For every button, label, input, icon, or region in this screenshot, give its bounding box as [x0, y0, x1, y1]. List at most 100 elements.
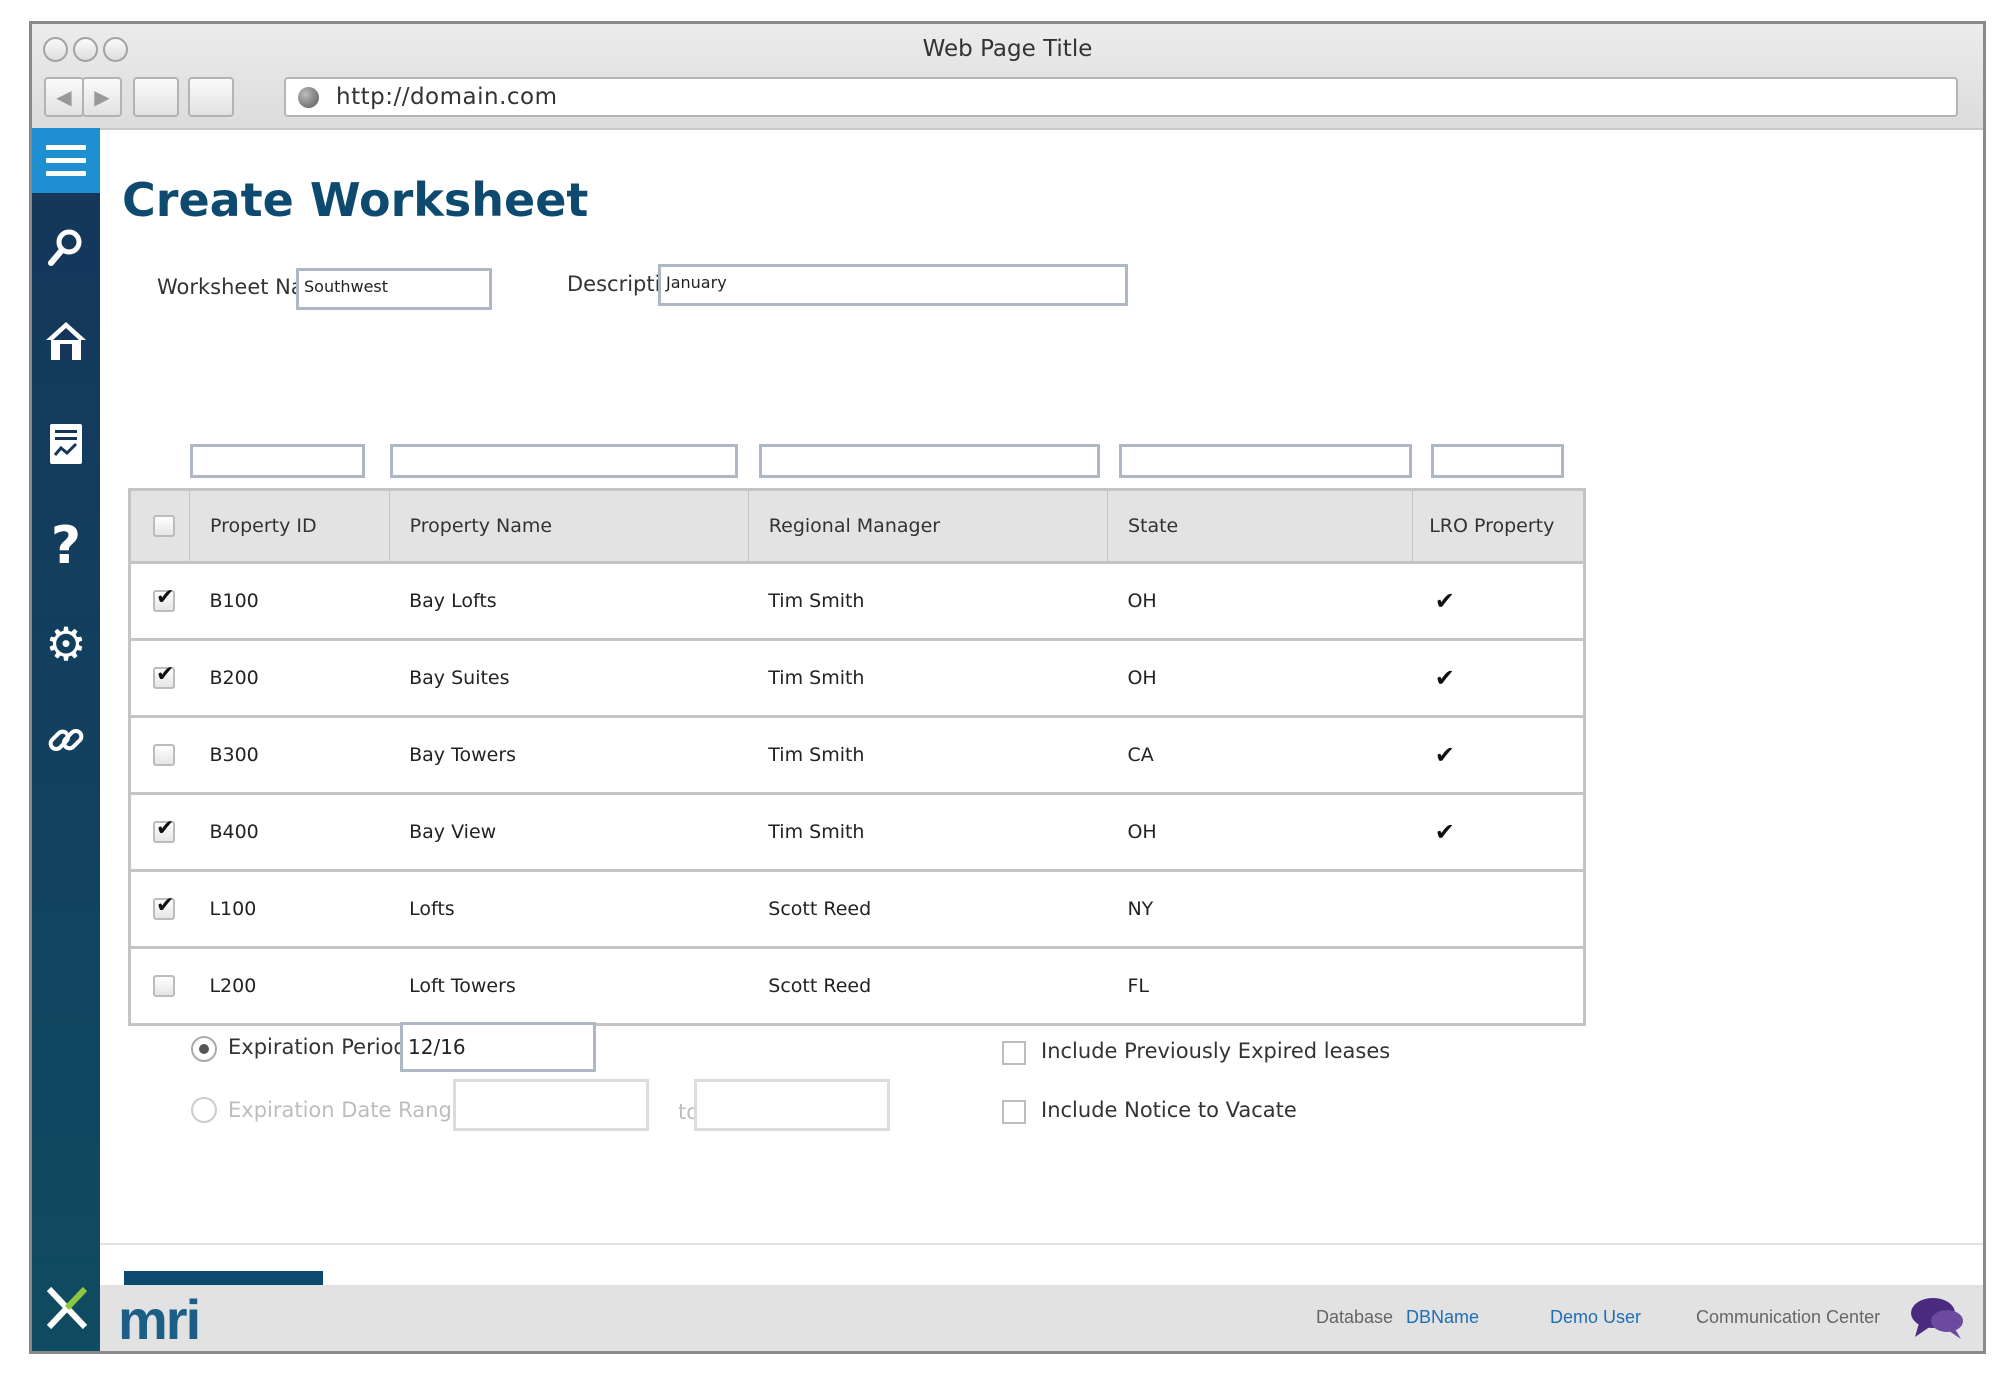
row-select-cell [129, 562, 190, 641]
state-cell: NY [1107, 870, 1413, 949]
filter-state[interactable] [1119, 444, 1412, 478]
main-content: Create Worksheet Worksheet Name Southwes… [100, 128, 1983, 1351]
row-checkbox[interactable] [153, 893, 175, 921]
date-range-end-input[interactable] [694, 1079, 890, 1131]
property-id-cell: B100 [189, 562, 390, 641]
property-id-cell: B400 [189, 793, 390, 872]
worksheet-name-input[interactable]: Southwest [296, 268, 492, 310]
chat-icon[interactable] [1909, 1293, 1965, 1349]
help-icon[interactable]: ? [32, 516, 100, 576]
row-select-cell [129, 716, 190, 795]
property-id-cell: L100 [189, 870, 390, 949]
header-lro-property[interactable]: LRO Property [1412, 489, 1585, 564]
state-cell: CA [1107, 716, 1413, 795]
include-expired-label: Include Previously Expired leases [1041, 1039, 1391, 1063]
address-bar[interactable]: http://domain.com [284, 77, 1958, 117]
checkmark-icon: ✔ [1434, 818, 1455, 846]
page-title: Create Worksheet [122, 173, 589, 227]
database-label: Database [1316, 1307, 1394, 1327]
row-checkbox[interactable] [153, 975, 175, 998]
property-name-cell: Bay Suites [389, 639, 749, 718]
select-all-header [129, 489, 190, 564]
table-row[interactable]: B300 Bay Towers Tim Smith CA ✔ [129, 716, 1585, 795]
mri-logo: mri [118, 1288, 201, 1351]
select-all-checkbox[interactable] [153, 515, 175, 538]
include-notice-label: Include Notice to Vacate [1041, 1098, 1297, 1122]
lro-property-cell [1412, 870, 1585, 949]
checkmark-icon: ✔ [1434, 741, 1455, 769]
include-expired-checkbox[interactable] [1002, 1041, 1026, 1065]
lro-property-cell: ✔ [1412, 562, 1585, 641]
url-text: http://domain.com [336, 84, 558, 110]
lro-property-cell [1413, 948, 1585, 1025]
row-select-cell [130, 948, 190, 1025]
header-property-id[interactable]: Property ID [188, 489, 390, 564]
sidebar: ? ⚙ [32, 128, 100, 1351]
database-link[interactable]: DBName [1406, 1307, 1479, 1328]
filter-regional-manager[interactable] [759, 444, 1100, 478]
table-row[interactable]: L100LoftsScott ReedNY [129, 870, 1585, 949]
row-checkbox[interactable] [153, 585, 175, 613]
date-range-start-input[interactable] [453, 1079, 649, 1131]
communication-center-link[interactable]: Communication Center [1696, 1307, 1880, 1328]
row-select-cell [129, 639, 190, 718]
expiration-period-radio[interactable] [191, 1036, 217, 1062]
globe-icon [298, 87, 319, 108]
property-id-cell: B300 [189, 716, 390, 795]
row-checkbox[interactable] [153, 744, 175, 767]
table-header-row: Property ID Property Name Regional Manag… [129, 489, 1585, 564]
description-input[interactable]: January [658, 264, 1128, 306]
expiration-period-label: Expiration Period [228, 1035, 407, 1059]
back-arrow-icon: ◀ [56, 85, 72, 109]
link-icon[interactable] [32, 710, 100, 770]
footer-divider [100, 1243, 1983, 1245]
table-row[interactable]: B200Bay SuitesTim SmithOH ✔ [129, 639, 1585, 718]
header-regional-manager[interactable]: Regional Manager [747, 489, 1108, 564]
home-icon[interactable] [32, 311, 100, 371]
state-cell: OH [1107, 562, 1413, 641]
browser-window: Web Page Title ◀ ▶ http://domain.com ? ⚙ [29, 21, 1986, 1354]
settings-icon[interactable]: ⚙ [32, 614, 100, 674]
property-name-cell: Bay Lofts [389, 562, 749, 641]
property-name-cell: Bay View [389, 793, 749, 872]
checkmark-icon: ✔ [1434, 664, 1455, 692]
property-name-cell: Lofts [389, 870, 749, 949]
filter-property-id[interactable] [190, 444, 365, 478]
property-id-cell: B200 [189, 639, 390, 718]
regional-manager-cell: Tim Smith [748, 639, 1108, 718]
filter-lro-property[interactable] [1431, 444, 1564, 478]
expiration-period-input[interactable]: 12/16 [400, 1022, 596, 1072]
table-row[interactable]: B100Bay LoftsTim SmithOH ✔ [129, 562, 1585, 641]
lro-property-cell: ✔ [1412, 793, 1585, 872]
regional-manager-cell: Scott Reed [768, 975, 872, 997]
table-row[interactable]: B400Bay ViewTim SmithOH ✔ [129, 793, 1585, 872]
back-button[interactable]: ◀ [44, 77, 84, 117]
toolbar-button-1[interactable] [133, 77, 179, 117]
regional-manager-cell: Tim Smith [748, 562, 1108, 641]
state-cell: OH [1107, 639, 1413, 718]
report-icon[interactable] [32, 414, 100, 474]
header-property-name[interactable]: Property Name [388, 489, 749, 564]
filter-property-name[interactable] [390, 444, 738, 478]
property-id-cell: L200 [209, 975, 257, 997]
lro-property-cell: ✔ [1412, 716, 1585, 795]
footer-bar: mri Database DBName Demo User Communicat… [100, 1285, 1983, 1351]
row-checkbox[interactable] [153, 816, 175, 844]
header-state[interactable]: State [1106, 489, 1413, 564]
property-name-cell: Loft Towers [409, 975, 516, 997]
table-row[interactable]: L200 Loft Towers Scott Reed FL [130, 948, 1585, 1025]
forward-button[interactable]: ▶ [82, 77, 122, 117]
user-link[interactable]: Demo User [1550, 1307, 1641, 1328]
regional-manager-cell: Tim Smith [748, 793, 1108, 872]
window-title: Web Page Title [922, 36, 1093, 62]
row-checkbox[interactable] [153, 662, 175, 690]
state-cell: FL [1127, 975, 1149, 997]
search-icon[interactable] [32, 218, 100, 278]
properties-table: Property ID Property Name Regional Manag… [128, 488, 1586, 1026]
include-notice-checkbox[interactable] [1002, 1100, 1026, 1124]
property-name-cell: Bay Towers [389, 716, 749, 795]
menu-icon[interactable] [32, 128, 100, 193]
expiration-date-range-radio[interactable] [191, 1097, 217, 1123]
state-cell: OH [1107, 793, 1413, 872]
toolbar-button-2[interactable] [188, 77, 234, 117]
